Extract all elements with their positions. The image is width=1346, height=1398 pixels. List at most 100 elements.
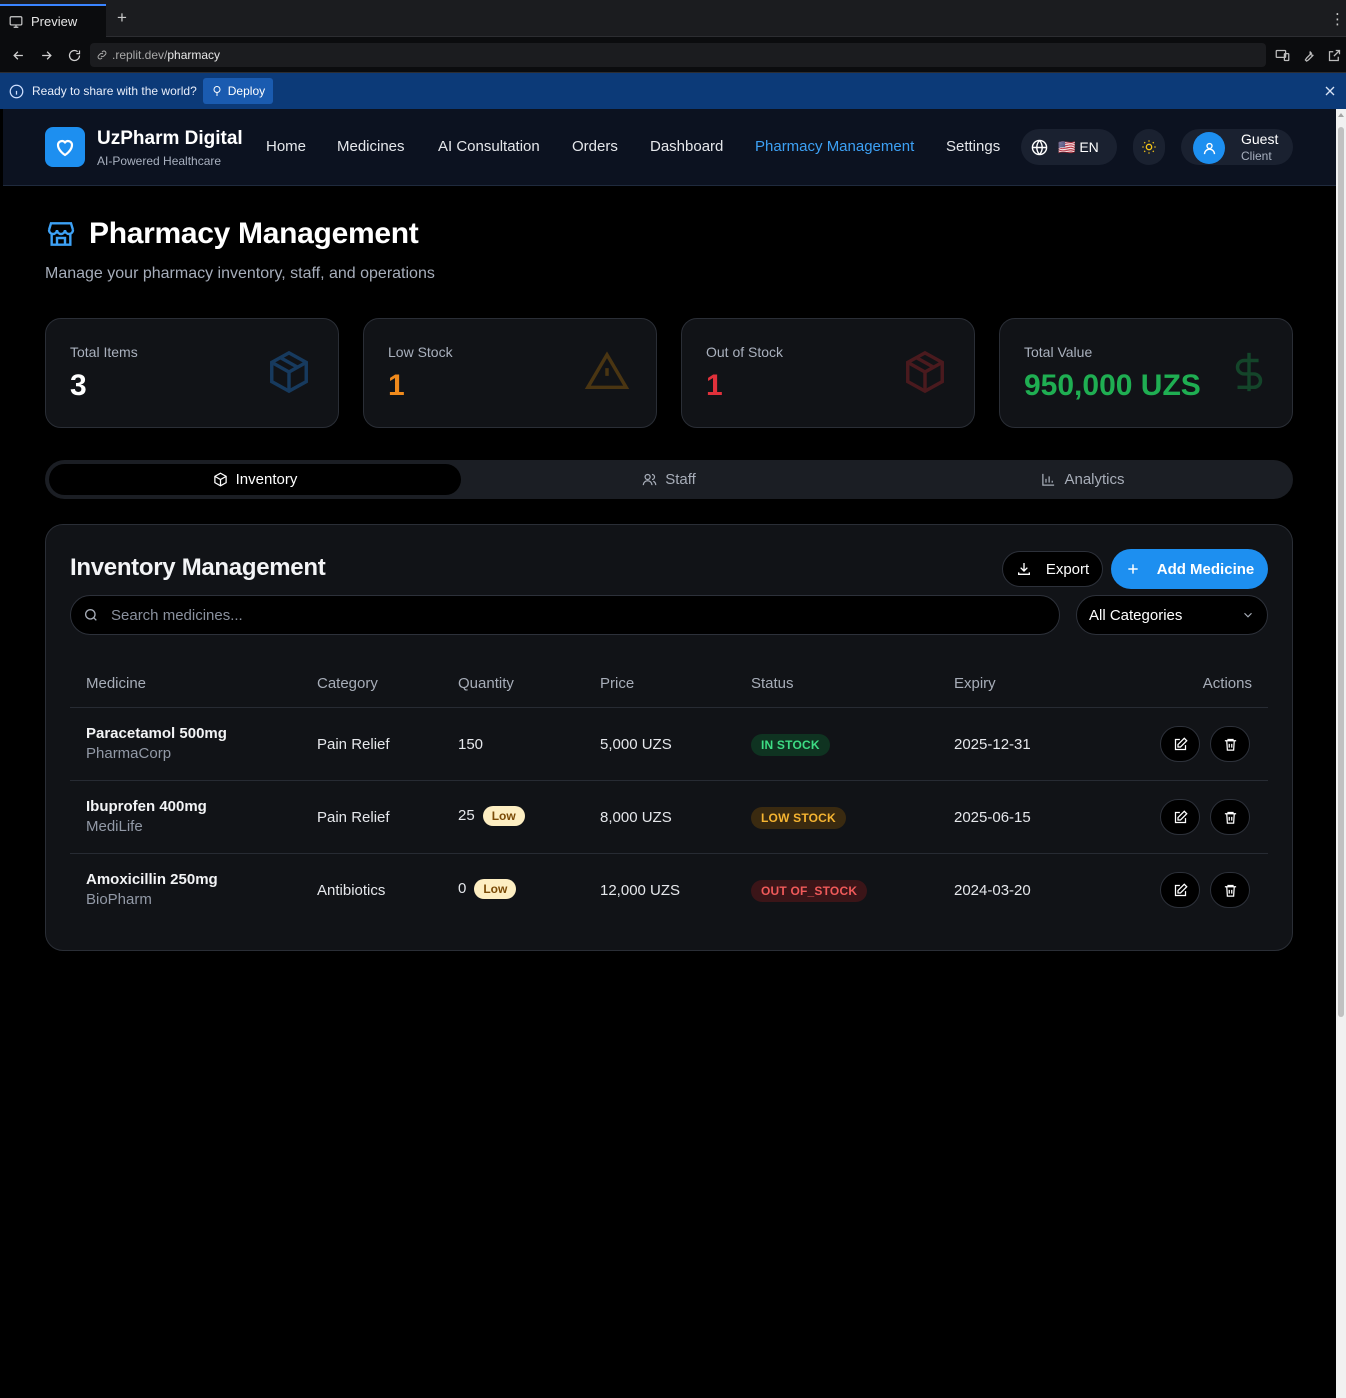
back-icon[interactable] [9,46,27,64]
expiry-cell: 2025-06-15 [954,809,1031,826]
devices-icon[interactable] [1273,46,1291,64]
wrench-icon[interactable] [1299,46,1317,64]
heart-icon [56,139,74,157]
stat-value: 950,000 UZS [1024,369,1201,402]
deploy-icon [213,86,221,96]
nav-dashboard[interactable]: Dashboard [650,138,723,155]
package-icon [213,472,227,487]
delete-button[interactable] [1210,872,1250,908]
nav-settings[interactable]: Settings [946,138,1000,155]
inventory-panel: Inventory Management Export Add Medicine… [45,524,1293,951]
tab-staff[interactable]: Staff [463,464,875,495]
edit-button[interactable] [1160,799,1200,835]
column-header-actions: Actions [1202,675,1252,692]
medicine-name: Ibuprofen 400mg [86,798,207,815]
deploy-button[interactable]: Deploy [202,78,274,104]
column-header-category[interactable]: Category [317,675,378,692]
medicine-cell: Ibuprofen 400mg MediLife [86,798,207,835]
tab-analytics[interactable]: Analytics [877,464,1289,495]
edit-button[interactable] [1160,872,1200,908]
add-medicine-button[interactable]: Add Medicine [1111,549,1268,589]
url-field[interactable]: .replit.dev/pharmacy [90,43,1266,67]
tab-label: Analytics [1064,471,1125,488]
bar-chart-icon [1042,473,1055,486]
category-cell: Pain Relief [317,809,390,826]
language-selector[interactable]: 🇺🇸 EN [1021,129,1117,165]
banner-text: Ready to share with the world? [32,84,197,98]
category-cell: Antibiotics [317,882,386,899]
search-box[interactable] [70,595,1060,635]
column-header-status[interactable]: Status [751,675,794,692]
new-tab-button[interactable]: + [113,9,131,27]
trash-icon [1224,811,1236,824]
browser-tab-preview[interactable]: Preview [0,4,106,37]
column-header-price[interactable]: Price [600,675,634,692]
export-label: Export [1045,560,1090,578]
forward-icon[interactable] [37,46,55,64]
logo[interactable] [45,127,85,167]
reload-icon[interactable] [65,46,83,64]
medicine-maker: MediLife [86,818,143,835]
tab-inventory[interactable]: Inventory [49,464,461,495]
nav-pharmacy-management[interactable]: Pharmacy Management [755,138,914,155]
language-label: 🇺🇸 EN [1058,138,1099,155]
sun-icon [1142,140,1156,154]
delete-button[interactable] [1210,726,1250,762]
category-cell: Pain Relief [317,736,390,753]
download-icon [1017,563,1030,575]
deploy-label: Deploy [227,84,266,98]
table-row[interactable]: Amoxicillin 250mg BioPharm Antibiotics 0… [70,854,1268,927]
add-medicine-label: Add Medicine [1156,560,1255,578]
price-cell: 8,000 UZS [600,809,672,826]
browser-tab-label: Preview [31,14,78,29]
status-badge: LOW STOCK [751,807,846,829]
theme-toggle[interactable] [1133,129,1165,165]
table-header: Medicine Category Quantity Price Status … [70,661,1268,708]
price-cell: 5,000 UZS [600,736,672,753]
edit-button[interactable] [1160,726,1200,762]
table-row[interactable]: Paracetamol 500mg PharmaCorp Pain Relief… [70,708,1268,781]
quantity-value: 0 [458,879,467,897]
table-row[interactable]: Ibuprofen 400mg MediLife Pain Relief 25 L… [70,781,1268,854]
user-menu[interactable]: Guest Client [1181,129,1293,165]
category-select[interactable]: All Categories [1076,595,1268,635]
category-select-value: All Categories [1089,606,1183,624]
package-icon [906,350,944,394]
app-header: UzPharm Digital AI-Powered Healthcare Ho… [3,109,1336,186]
plus-icon [1128,564,1138,574]
page-subtitle: Manage your pharmacy inventory, staff, a… [45,265,435,282]
stat-card-low-stock: Low Stock 1 [363,318,657,428]
search-input[interactable] [111,606,1011,624]
column-header-expiry[interactable]: Expiry [954,675,996,692]
app-viewport: UzPharm Digital AI-Powered Healthcare Ho… [3,109,1336,1398]
tab-label: Inventory [235,471,298,488]
dollar-icon [1235,352,1263,392]
scrollbar[interactable] [1336,109,1346,1398]
external-link-icon[interactable] [1325,46,1343,64]
edit-icon [1174,882,1188,896]
user-icon [1203,142,1215,154]
stat-label: Total Items [70,344,138,360]
nav-orders[interactable]: Orders [572,138,618,155]
column-header-medicine[interactable]: Medicine [86,675,146,692]
brand-title: UzPharm Digital [97,128,243,149]
deploy-banner: Ready to share with the world? Deploy [0,73,1346,109]
low-badge: Low [474,879,517,899]
export-button[interactable]: Export [1002,551,1103,587]
scroll-up-icon[interactable] [1338,113,1344,117]
search-icon [85,609,97,621]
browser-menu-icon[interactable]: ⋮ [1330,10,1345,28]
scrollbar-thumb[interactable] [1338,127,1344,1017]
stat-label: Total Value [1024,344,1093,360]
nav-home[interactable]: Home [266,138,306,155]
alert-triangle-icon [584,351,630,390]
expiry-cell: 2024-03-20 [954,882,1031,899]
chevron-down-icon [1244,612,1252,618]
stat-value: 3 [70,369,87,402]
low-badge: Low [482,806,525,826]
nav-ai-consultation[interactable]: AI Consultation [438,138,540,155]
column-header-quantity[interactable]: Quantity [458,675,514,692]
delete-button[interactable] [1210,799,1250,835]
close-icon[interactable] [1322,83,1338,99]
nav-medicines[interactable]: Medicines [337,138,405,155]
